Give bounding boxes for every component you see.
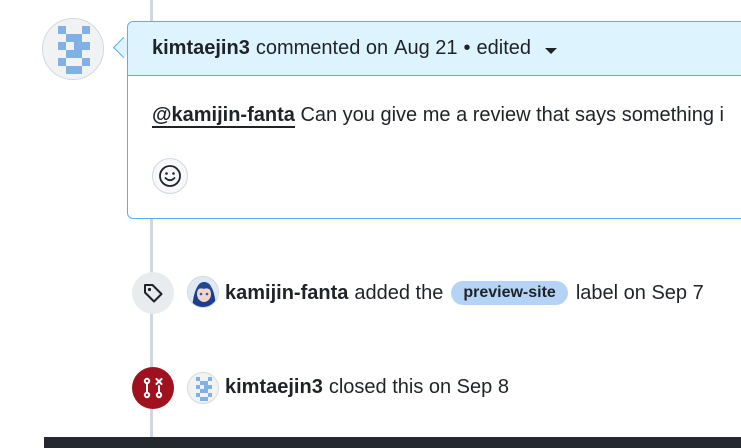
event-actor-link[interactable]: kimtaejin3 xyxy=(225,376,323,399)
tag-icon xyxy=(144,284,163,303)
comment-author-link[interactable]: kimtaejin3 xyxy=(152,37,250,60)
user-avatar-image xyxy=(188,277,218,307)
closed-event-text: kimtaejin3 closed this on Sep 8 xyxy=(225,376,509,399)
user-mention-link[interactable]: @kamijin-fanta xyxy=(152,104,295,128)
event-suffix-text: label on Sep 7 xyxy=(575,281,704,304)
avatar[interactable] xyxy=(187,372,219,404)
label-badge[interactable]: preview-site xyxy=(451,281,568,305)
git-pull-request-closed-icon xyxy=(143,377,163,399)
event-action-text: closed this on Sep 8 xyxy=(328,376,509,398)
bottom-edge-bar xyxy=(44,437,741,448)
edited-label: edited xyxy=(476,37,532,59)
avatar[interactable] xyxy=(187,276,219,308)
bullet-separator: • xyxy=(463,37,471,59)
comment-card: kimtaejin3 commented on Aug 21 • edited … xyxy=(127,21,741,219)
comment-text: Can you give me a review that says somet… xyxy=(300,104,724,126)
identicon-image xyxy=(188,373,218,403)
comment-header: kimtaejin3 commented on Aug 21 • edited xyxy=(128,22,741,76)
event-actor-link[interactable]: kamijin-fanta xyxy=(225,282,348,305)
edited-dropdown[interactable]: edited xyxy=(477,37,558,60)
comment-action-text: commented on xyxy=(255,37,389,59)
label-event-text: kamijin-fanta added the preview-site lab… xyxy=(225,281,704,305)
add-reaction-button[interactable] xyxy=(152,158,188,194)
event-action-text: added the xyxy=(354,281,444,304)
identicon-image xyxy=(43,19,103,79)
smiley-icon xyxy=(159,165,181,187)
avatar[interactable] xyxy=(42,18,104,80)
comment-body: @kamijin-fanta Can you give me a review … xyxy=(152,104,724,128)
event-label-badge xyxy=(132,272,174,314)
chevron-down-icon xyxy=(545,47,558,54)
comment-date-link[interactable]: Aug 21 xyxy=(394,37,457,60)
event-closed-badge xyxy=(132,367,174,409)
